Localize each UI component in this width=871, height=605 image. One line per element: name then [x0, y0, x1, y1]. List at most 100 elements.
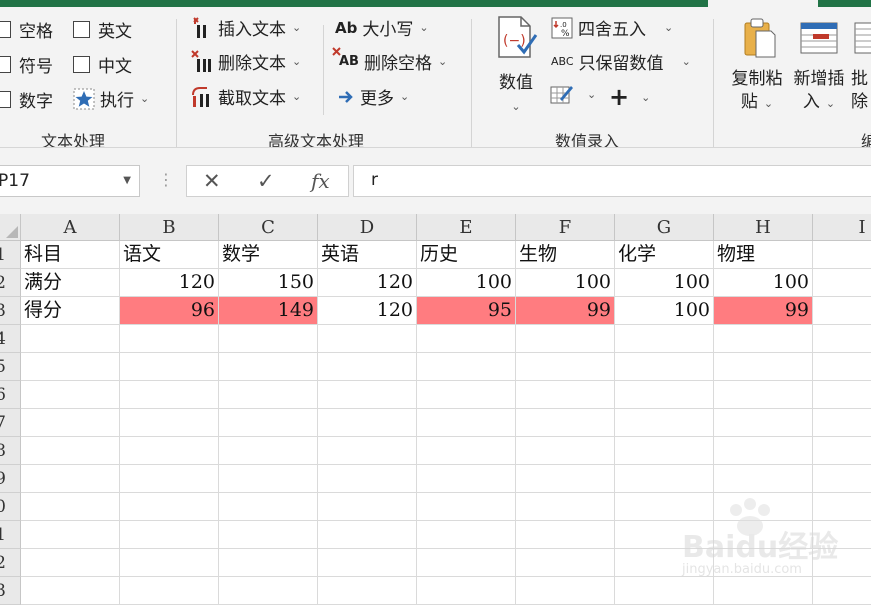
- cell-B2[interactable]: 120: [120, 269, 219, 297]
- cell-D13[interactable]: [318, 577, 417, 605]
- cell-E1[interactable]: 历史: [417, 241, 516, 269]
- cancel-icon[interactable]: ✕: [203, 169, 221, 193]
- cell-H8[interactable]: [714, 437, 813, 465]
- cell-E13[interactable]: [417, 577, 516, 605]
- cell-D3[interactable]: 120: [318, 297, 417, 325]
- round-button[interactable]: % .0 四舍五入 ⌄: [551, 15, 673, 40]
- add-button[interactable]: + ⌄: [609, 83, 650, 111]
- cell-F10[interactable]: [516, 493, 615, 521]
- checkbox-box[interactable]: [73, 56, 90, 73]
- cell-D12[interactable]: [318, 549, 417, 577]
- cell-D2[interactable]: 120: [318, 269, 417, 297]
- cell-I2[interactable]: [813, 269, 871, 297]
- cell-B4[interactable]: [120, 325, 219, 353]
- chevron-down-icon[interactable]: ⌄: [511, 95, 520, 118]
- batch-button-partial[interactable]: 批 除: [851, 15, 871, 114]
- cell-C5[interactable]: [219, 353, 318, 381]
- column-header[interactable]: I: [813, 214, 871, 241]
- row-header[interactable]: 12: [0, 549, 21, 577]
- checkbox-box[interactable]: [0, 56, 11, 73]
- checkbox-box[interactable]: [0, 21, 11, 38]
- cell-B1[interactable]: 语文: [120, 241, 219, 269]
- cell-D8[interactable]: [318, 437, 417, 465]
- column-header[interactable]: C: [219, 214, 318, 241]
- row-header[interactable]: 6: [0, 381, 21, 409]
- function-fx-icon[interactable]: fx: [311, 169, 330, 193]
- cell-C13[interactable]: [219, 577, 318, 605]
- confirm-check-icon[interactable]: ✓: [257, 169, 275, 193]
- cell-F7[interactable]: [516, 409, 615, 437]
- cell-I4[interactable]: [813, 325, 871, 353]
- checkbox-box[interactable]: [73, 21, 90, 38]
- cell-C4[interactable]: [219, 325, 318, 353]
- cell-E2[interactable]: 100: [417, 269, 516, 297]
- cell-D11[interactable]: [318, 521, 417, 549]
- cell-A11[interactable]: [21, 521, 120, 549]
- chevron-down-icon[interactable]: ⌄: [419, 21, 428, 34]
- cell-D1[interactable]: 英语: [318, 241, 417, 269]
- row-header[interactable]: 1: [0, 241, 21, 269]
- cell-F12[interactable]: [516, 549, 615, 577]
- chevron-down-icon[interactable]: ⌄: [641, 91, 650, 104]
- cell-D4[interactable]: [318, 325, 417, 353]
- insert-text-button[interactable]: 插入文本 ⌄: [191, 15, 301, 40]
- name-box[interactable]: P17 ▼: [0, 165, 140, 197]
- cell-F13[interactable]: [516, 577, 615, 605]
- cell-C10[interactable]: [219, 493, 318, 521]
- row-header[interactable]: 11: [0, 521, 21, 549]
- cell-E10[interactable]: [417, 493, 516, 521]
- cell-H6[interactable]: [714, 381, 813, 409]
- cell-H2[interactable]: 100: [714, 269, 813, 297]
- row-header[interactable]: 3: [0, 297, 21, 325]
- cell-D10[interactable]: [318, 493, 417, 521]
- cell-F5[interactable]: [516, 353, 615, 381]
- cell-E4[interactable]: [417, 325, 516, 353]
- column-header[interactable]: B: [120, 214, 219, 241]
- cell-E7[interactable]: [417, 409, 516, 437]
- cell-C9[interactable]: [219, 465, 318, 493]
- cell-H5[interactable]: [714, 353, 813, 381]
- keep-numeric-button[interactable]: ABC 只保留数值 ⌄: [551, 49, 691, 74]
- column-header[interactable]: F: [516, 214, 615, 241]
- cell-C6[interactable]: [219, 381, 318, 409]
- cell-B10[interactable]: [120, 493, 219, 521]
- cell-B11[interactable]: [120, 521, 219, 549]
- cell-A1[interactable]: 科目: [21, 241, 120, 269]
- column-header[interactable]: A: [21, 214, 120, 241]
- row-header[interactable]: 7: [0, 409, 21, 437]
- cell-B7[interactable]: [120, 409, 219, 437]
- new-insert-button[interactable]: 新增插 入 ⌄: [789, 15, 849, 115]
- cell-C7[interactable]: [219, 409, 318, 437]
- cell-A5[interactable]: [21, 353, 120, 381]
- cell-E3[interactable]: 95: [417, 297, 516, 325]
- cell-A12[interactable]: [21, 549, 120, 577]
- cell-F4[interactable]: [516, 325, 615, 353]
- checkbox-english[interactable]: 英文: [73, 17, 132, 42]
- cell-E11[interactable]: [417, 521, 516, 549]
- cell-C1[interactable]: 数学: [219, 241, 318, 269]
- cell-C8[interactable]: [219, 437, 318, 465]
- dropdown-arrow-icon[interactable]: ▼: [123, 175, 131, 186]
- chevron-down-icon[interactable]: ⌄: [292, 55, 301, 68]
- row-header[interactable]: 2: [0, 269, 21, 297]
- chevron-down-icon[interactable]: ⌄: [587, 88, 596, 101]
- cell-I3[interactable]: [813, 297, 871, 325]
- column-header[interactable]: D: [318, 214, 417, 241]
- cell-F11[interactable]: [516, 521, 615, 549]
- checkbox-box[interactable]: [0, 91, 11, 108]
- extract-text-button[interactable]: 截取文本 ⌄: [191, 84, 301, 109]
- cell-F8[interactable]: [516, 437, 615, 465]
- cell-E5[interactable]: [417, 353, 516, 381]
- cell-C11[interactable]: [219, 521, 318, 549]
- more-button[interactable]: 更多 ⌄: [337, 84, 409, 109]
- cell-A13[interactable]: [21, 577, 120, 605]
- cell-G4[interactable]: [615, 325, 714, 353]
- column-header[interactable]: H: [714, 214, 813, 241]
- cell-G1[interactable]: 化学: [615, 241, 714, 269]
- cell-B9[interactable]: [120, 465, 219, 493]
- row-header[interactable]: 8: [0, 437, 21, 465]
- cell-B13[interactable]: [120, 577, 219, 605]
- cell-E12[interactable]: [417, 549, 516, 577]
- chevron-down-icon[interactable]: ⌄: [438, 55, 447, 68]
- cell-D6[interactable]: [318, 381, 417, 409]
